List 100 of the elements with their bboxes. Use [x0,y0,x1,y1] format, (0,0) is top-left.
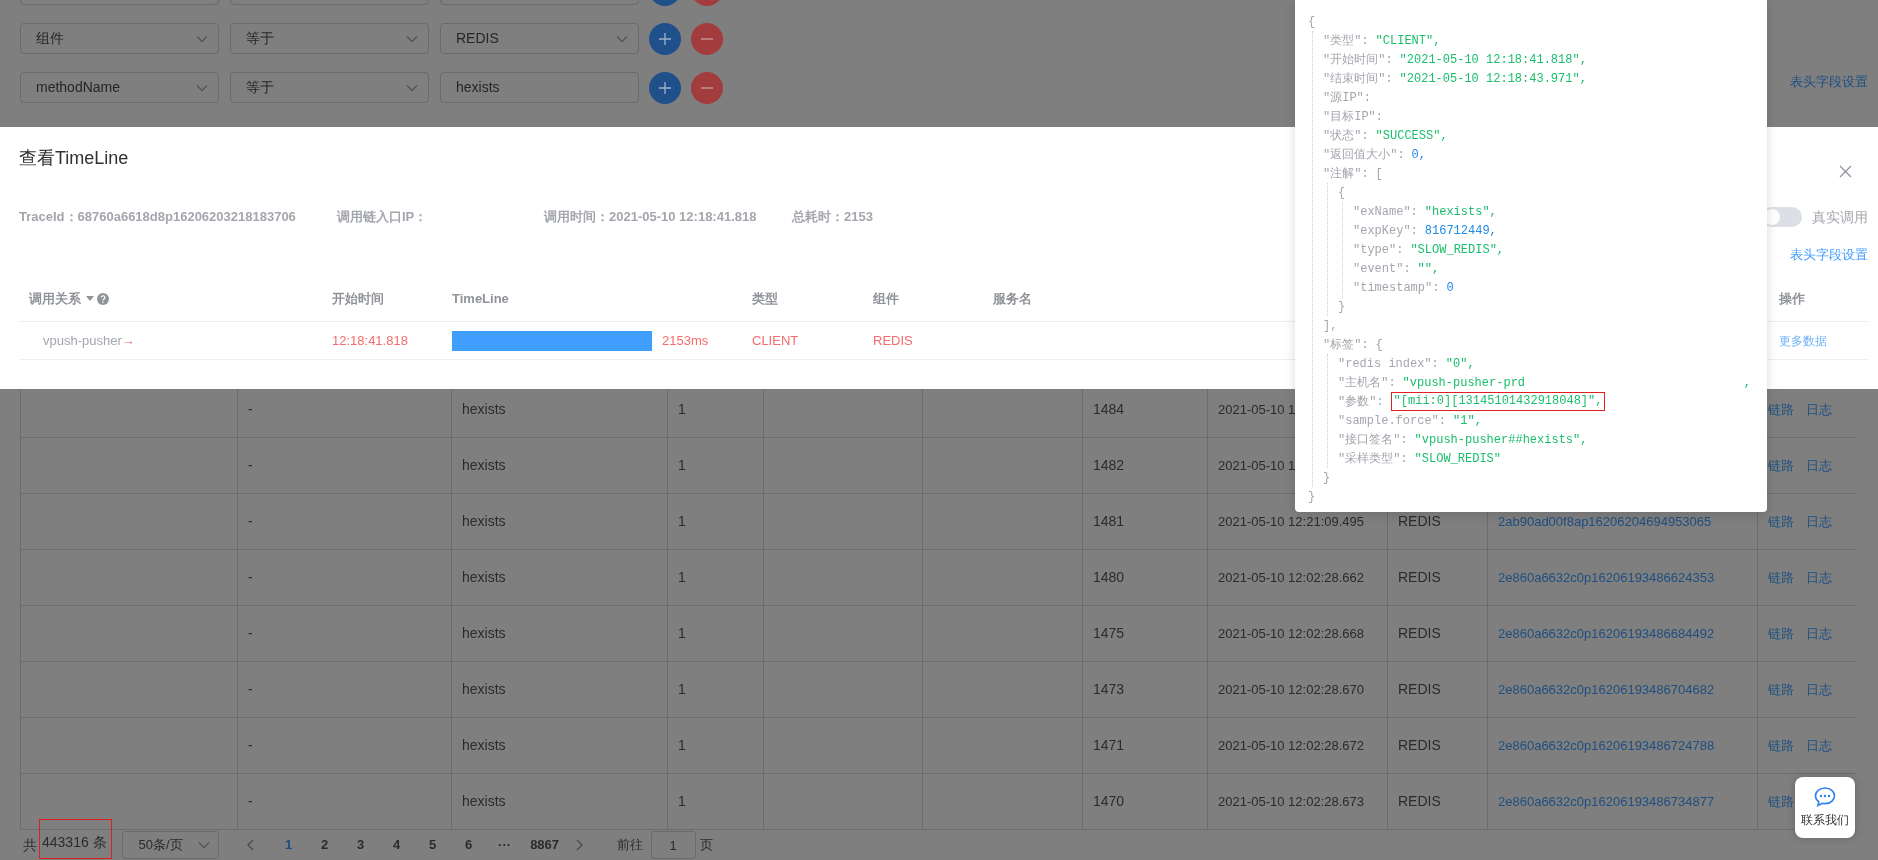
action-link[interactable]: 链路 [1768,511,1794,532]
table-cell-text: REDIS [1398,512,1441,531]
action-link[interactable]: 日志 [1806,623,1832,644]
action-link[interactable]: 链路 [1768,679,1794,700]
minus-icon [701,37,713,40]
input-field[interactable]: hexists [440,72,639,103]
json-key: "开始时间": [1323,50,1393,69]
table-cell-text: REDIS [1398,680,1441,699]
table-cell-text: REDIS [1398,736,1441,755]
json-bracket: { [1375,336,1383,354]
total-label: 共 [23,835,37,855]
page-button[interactable]: 5 [414,831,451,859]
action-link[interactable]: 链路 [1768,399,1794,420]
json-key: "采样类型": [1338,449,1408,468]
table-cell-text: 1 [678,736,686,755]
trace-link[interactable]: 2e860a6632c0p16206193486734877 [1498,791,1715,812]
select-field[interactable]: 等于 [230,23,429,54]
table-cell-text: 1 [678,624,686,643]
info-text: 调用时间：2021-05-10 12:18:41.818 [544,208,757,227]
table-cell-text: - [248,624,253,643]
table-cell-text: 1473 [1093,680,1125,699]
remove-button[interactable] [691,22,723,55]
json-key: "类型": [1323,31,1369,50]
action-link[interactable]: 日志 [1806,735,1832,756]
json-value: 816712449, [1424,222,1497,240]
action-link[interactable]: 日志 [1806,399,1832,420]
info-text: 调用链入口IP： [337,208,428,227]
action-link[interactable]: 链路 [1768,735,1794,756]
total-count: 443316 条 [39,819,112,859]
select-field[interactable]: 组件 [20,23,219,54]
column-header: 服务名 [993,290,1032,309]
json-key: "redis index": [1338,354,1439,373]
table-cell-text: 2021-05-10 12:02:28.670 [1218,680,1364,699]
table-cell-text: 2021-05-10 12:02:28.673 [1218,792,1364,811]
action-link[interactable]: 链路 [1768,455,1794,476]
trace-link[interactable]: 2e860a6632c0p16206193486684492 [1498,623,1715,644]
action-link[interactable]: 链路 [1768,623,1794,644]
arrow-text: → [121,331,135,350]
page-button[interactable]: 8867 [522,831,567,859]
select-field[interactable]: REDIS [440,23,639,54]
table-cell-text: - [248,400,253,419]
action-link[interactable]: 链路 [1768,791,1794,812]
add-button[interactable] [649,71,681,104]
page-size-select[interactable]: 50条/页 [121,831,219,859]
trace-link[interactable]: 2e860a6632c0p16206193486624353 [1498,567,1715,588]
table-cell-text: 1482 [1093,456,1125,475]
close-icon [1838,164,1852,178]
page-button[interactable]: 2 [306,831,343,859]
action-link[interactable]: 链路 [1768,567,1794,588]
table-cell-text: 1471 [1093,736,1125,755]
column-header: 组件 [873,290,899,309]
header-settings-link[interactable]: 表头字段设置 [1790,245,1868,265]
column-header: 调用关系 [29,290,81,309]
json-bracket: { [1308,13,1316,31]
json-bracket: } [1323,469,1331,487]
type-text: CLIENT [752,332,799,348]
page-button[interactable]: 4 [378,831,415,859]
select-field[interactable]: 等于 [230,72,429,103]
chat-icon [1814,786,1836,807]
header-settings-link[interactable]: 表头字段设置 [1790,72,1868,90]
json-value: "CLIENT", [1375,32,1441,50]
page-button[interactable]: 6 [450,831,487,859]
json-value: "0", [1445,355,1475,373]
action-link[interactable]: 日志 [1806,567,1832,588]
table-cell-text: hexists [462,456,506,475]
trace-link[interactable]: 2e860a6632c0p16206193486704682 [1498,679,1715,700]
action-link[interactable]: 日志 [1806,511,1832,532]
close-button[interactable] [1838,164,1852,178]
column-header: 操作 [1779,290,1805,309]
table-cell-text: 1 [678,792,686,811]
more-data-link[interactable]: 更多数据 [1779,333,1827,348]
table-cell-text: 1 [678,568,686,587]
page-input[interactable]: 1 [650,831,696,859]
page-button[interactable]: 3 [342,831,379,859]
table-cell-text: hexists [462,512,506,531]
json-key: "参数": [1338,392,1384,411]
table-cell-text: 2021-05-10 1 [1218,456,1296,475]
select-field[interactable]: methodName [20,72,219,103]
table-cell-text: 1 [678,512,686,531]
table-cell-text: 2021-05-10 12:02:28.662 [1218,568,1364,587]
contact-button[interactable]: 联系我们 [1795,777,1855,838]
plus-icon [659,32,671,45]
trace-link[interactable]: 2e860a6632c0p16206193486724788 [1498,735,1715,756]
plus-icon [659,81,671,94]
json-key: "expKey": [1353,221,1418,240]
json-bracket: } [1338,298,1346,316]
page-button[interactable]: ··· [486,831,523,859]
column-header: TimeLine [452,290,509,309]
trace-link[interactable]: 2ab90ad00f8ap16206204694953065 [1498,511,1712,532]
page-button[interactable]: 1 [270,831,307,859]
info-text: TraceId：68760a6618d8p16206203218183706 [19,208,296,227]
remove-button[interactable] [691,71,723,104]
table-cell-text: 1475 [1093,624,1125,643]
add-button[interactable] [649,22,681,55]
json-key: "exName": [1353,202,1418,221]
action-link[interactable]: 日志 [1806,455,1832,476]
json-key: "event": [1353,259,1411,278]
action-link[interactable]: 日志 [1806,679,1832,700]
table-cell-text: - [248,736,253,755]
component-text: REDIS [873,332,913,348]
